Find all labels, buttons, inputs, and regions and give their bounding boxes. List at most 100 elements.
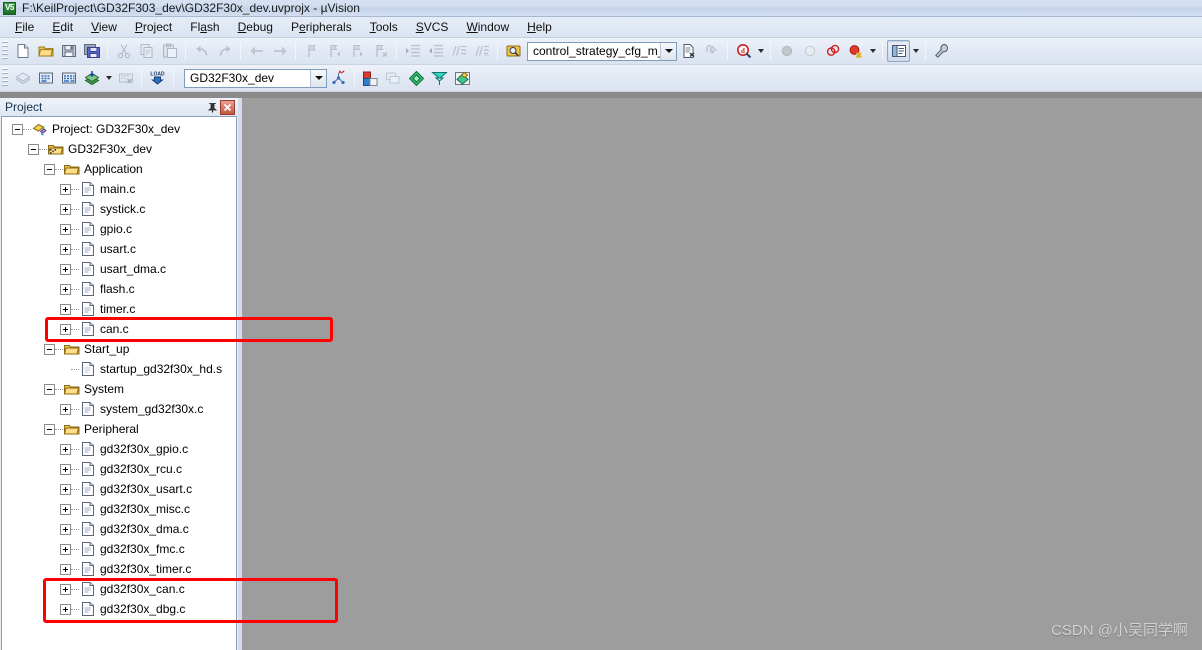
menu-item-debug[interactable]: Debug (229, 18, 282, 36)
tree-item-gd32f30x-can-c[interactable]: gd32f30x_can.c (2, 579, 236, 599)
collapse-icon[interactable] (44, 423, 55, 435)
tree-item-gd32f30x-dev[interactable]: GD32F30x_dev (2, 139, 236, 159)
menu-item-file[interactable]: File (6, 18, 43, 36)
stop-build-icon[interactable] (114, 67, 137, 89)
save-icon[interactable] (57, 40, 80, 62)
find-in-files-icon[interactable] (502, 40, 525, 62)
expand-icon[interactable] (60, 523, 71, 535)
menu-item-window[interactable]: Window (457, 18, 518, 36)
tree-item-gd32f30x-timer-c[interactable]: gd32f30x_timer.c (2, 559, 236, 579)
manage-project-items-icon[interactable] (359, 67, 382, 89)
expand-icon[interactable] (60, 243, 71, 255)
menu-item-project[interactable]: Project (126, 18, 181, 36)
expand-icon[interactable] (60, 583, 71, 595)
tree-item-flash-c[interactable]: flash.c (2, 279, 236, 299)
rebuild-all-icon[interactable] (57, 67, 80, 89)
comment-icon[interactable] (447, 40, 470, 62)
open-file-icon[interactable] (34, 40, 57, 62)
paste-icon[interactable] (158, 40, 181, 62)
collapse-icon[interactable] (12, 123, 23, 135)
expand-icon[interactable] (60, 543, 71, 555)
expand-icon[interactable] (60, 263, 71, 275)
target-combo[interactable]: GD32F30x_dev (184, 68, 327, 88)
menu-item-peripherals[interactable]: Peripherals (282, 18, 361, 36)
books-window-icon[interactable] (428, 67, 451, 89)
tree-item-startup-gd32f30x-hd-s[interactable]: startup_gd32f30x_hd.s (2, 359, 236, 379)
toolbar-grip[interactable] (2, 68, 8, 88)
expand-icon[interactable] (60, 303, 71, 315)
menu-item-svcs[interactable]: SVCS (407, 18, 458, 36)
translate-file-icon[interactable] (11, 67, 34, 89)
save-all-icon[interactable] (80, 40, 103, 62)
tree-item-gpio-c[interactable]: gpio.c (2, 219, 236, 239)
batch-build-icon[interactable] (80, 67, 103, 89)
tree-item-project-gd32f30x-dev[interactable]: Project: GD32F30x_dev (2, 119, 236, 139)
tree-item-system-gd32f30x-c[interactable]: system_gd32f30x.c (2, 399, 236, 419)
configure-toolbars-icon[interactable] (930, 40, 953, 62)
expand-icon[interactable] (60, 443, 71, 455)
build-target-icon[interactable] (34, 67, 57, 89)
expand-icon[interactable] (60, 283, 71, 295)
download-to-flash-icon[interactable]: LOAD (146, 67, 169, 89)
enable-breakpoint-icon[interactable] (798, 40, 821, 62)
tree-item-gd32f30x-gpio-c[interactable]: gd32f30x_gpio.c (2, 439, 236, 459)
expand-icon[interactable] (60, 183, 71, 195)
collapse-icon[interactable] (44, 163, 55, 175)
kill-all-breakpoints-icon[interactable] (844, 40, 867, 62)
tree-item-start-up[interactable]: Start_up (2, 339, 236, 359)
collapse-icon[interactable] (44, 383, 55, 395)
tree-item-gd32f30x-rcu-c[interactable]: gd32f30x_rcu.c (2, 459, 236, 479)
tree-item-gd32f30x-dbg-c[interactable]: gd32f30x_dbg.c (2, 599, 236, 619)
menu-item-help[interactable]: Help (518, 18, 561, 36)
config-combo[interactable]: control_strategy_cfg_m_c (527, 41, 677, 61)
expand-icon[interactable] (60, 403, 71, 415)
functions-window-icon[interactable] (451, 67, 474, 89)
tree-item-can-c[interactable]: can.c (2, 319, 236, 339)
expand-icon[interactable] (60, 323, 71, 335)
bookmark-clear-icon[interactable] (369, 40, 392, 62)
expand-icon[interactable] (60, 203, 71, 215)
debug-magnifier-icon[interactable]: d (732, 40, 755, 62)
project-window-icon[interactable] (405, 67, 428, 89)
undo-icon[interactable] (190, 40, 213, 62)
chevron-down-icon[interactable] (867, 40, 878, 62)
target-options-icon[interactable] (327, 67, 350, 89)
tree-item-timer-c[interactable]: timer.c (2, 299, 236, 319)
insert-file-icon[interactable] (677, 40, 700, 62)
chevron-down-icon[interactable] (755, 40, 766, 62)
close-icon[interactable] (220, 99, 235, 115)
tree-item-gd32f30x-dma-c[interactable]: gd32f30x_dma.c (2, 519, 236, 539)
expand-icon[interactable] (60, 603, 71, 615)
tree-item-usart-dma-c[interactable]: usart_dma.c (2, 259, 236, 279)
bookmark-toggle-icon[interactable] (300, 40, 323, 62)
tree-item-systick-c[interactable]: systick.c (2, 199, 236, 219)
expand-icon[interactable] (60, 503, 71, 515)
pin-icon[interactable] (205, 100, 220, 115)
menu-item-tools[interactable]: Tools (361, 18, 407, 36)
incremental-find-icon[interactable] (700, 40, 723, 62)
tree-item-usart-c[interactable]: usart.c (2, 239, 236, 259)
tree-item-gd32f30x-fmc-c[interactable]: gd32f30x_fmc.c (2, 539, 236, 559)
new-file-icon[interactable] (11, 40, 34, 62)
menu-item-edit[interactable]: Edit (43, 18, 82, 36)
navigate-back-icon[interactable] (245, 40, 268, 62)
window-layout-icon[interactable] (887, 40, 910, 62)
toolbar-grip[interactable] (2, 41, 8, 61)
tree-item-gd32f30x-usart-c[interactable]: gd32f30x_usart.c (2, 479, 236, 499)
redo-icon[interactable] (213, 40, 236, 62)
menu-item-view[interactable]: View (82, 18, 126, 36)
tree-item-gd32f30x-misc-c[interactable]: gd32f30x_misc.c (2, 499, 236, 519)
bookmark-prev-icon[interactable] (323, 40, 346, 62)
expand-icon[interactable] (60, 483, 71, 495)
chevron-down-icon[interactable] (310, 69, 326, 87)
expand-icon[interactable] (60, 463, 71, 475)
expand-icon[interactable] (60, 563, 71, 575)
collapse-icon[interactable] (28, 143, 39, 155)
tree-item-main-c[interactable]: main.c (2, 179, 236, 199)
tree-item-peripheral[interactable]: Peripheral (2, 419, 236, 439)
uncomment-icon[interactable] (470, 40, 493, 62)
collapse-icon[interactable] (44, 343, 55, 355)
chevron-down-icon[interactable] (660, 42, 676, 60)
insert-breakpoint-icon[interactable] (775, 40, 798, 62)
tree-item-application[interactable]: Application (2, 159, 236, 179)
